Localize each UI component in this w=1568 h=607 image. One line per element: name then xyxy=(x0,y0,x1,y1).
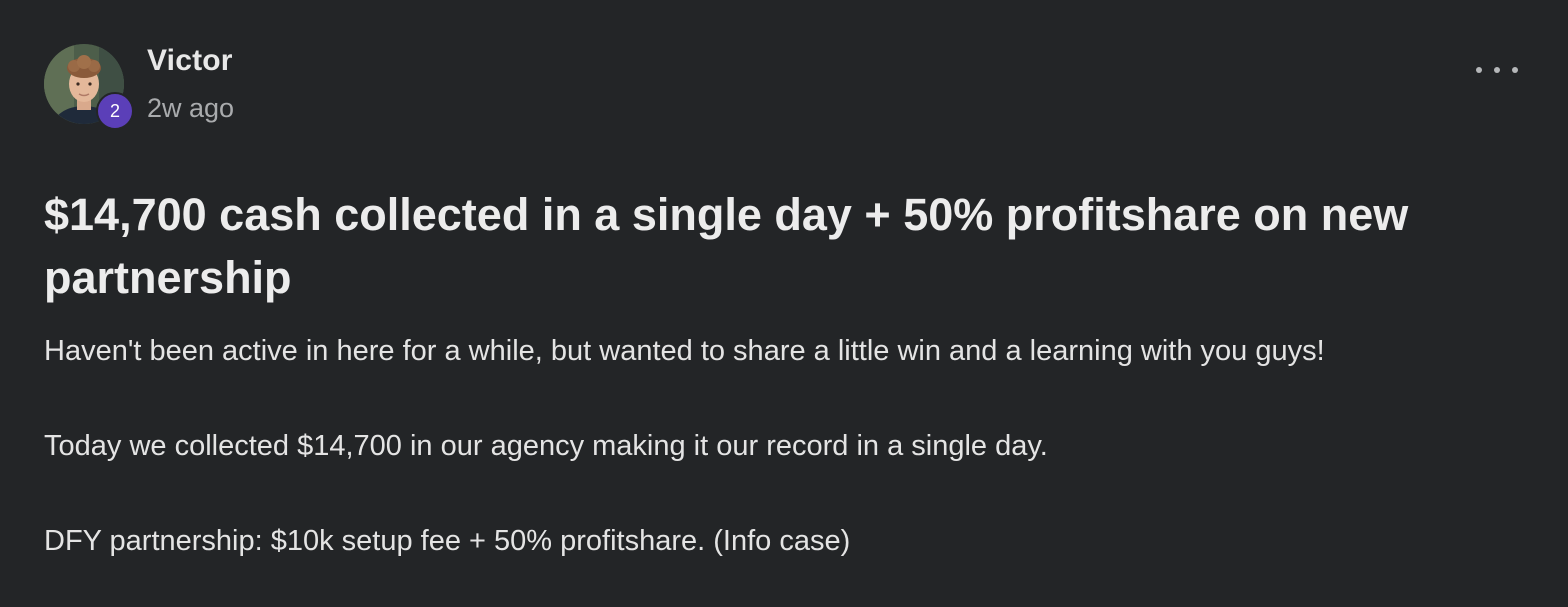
post-timestamp[interactable]: 2w ago xyxy=(147,93,234,124)
body-paragraph: Today we collected $14,700 in our agency… xyxy=(44,430,1048,462)
ellipsis-icon xyxy=(1494,67,1500,73)
author-avatar-group[interactable]: 2 xyxy=(44,44,134,130)
level-badge: 2 xyxy=(96,92,134,130)
author-name[interactable]: Victor xyxy=(147,44,233,78)
post-card: 2 Victor 2w ago $14,700 cash collected i… xyxy=(0,0,1568,607)
more-options-button[interactable] xyxy=(1474,56,1520,84)
body-paragraph: DFY partnership: $10k setup fee + 50% pr… xyxy=(44,525,851,557)
post-body: Haven't been active in here for a while,… xyxy=(44,330,1524,562)
ellipsis-icon xyxy=(1476,67,1482,73)
post-title[interactable]: $14,700 cash collected in a single day +… xyxy=(44,183,1484,309)
ellipsis-icon xyxy=(1512,67,1518,73)
body-paragraph: Haven't been active in here for a while,… xyxy=(44,335,1325,367)
